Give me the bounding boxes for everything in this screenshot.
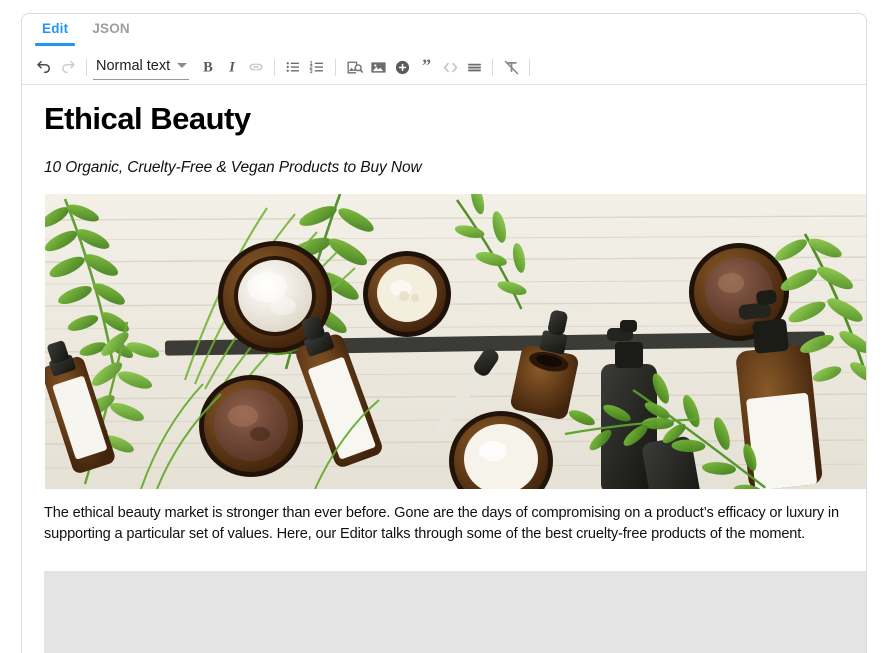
page-subtitle[interactable]: 10 Organic, Cruelty-Free & Vegan Product… [44, 159, 844, 177]
text-style-value: Normal text [96, 57, 171, 74]
clear-format-icon [502, 58, 521, 77]
svg-text:3: 3 [310, 69, 313, 75]
toolbar-divider-4 [492, 58, 494, 76]
bulleted-list-button[interactable] [281, 55, 305, 79]
document-editor-area[interactable]: Ethical Beauty 10 Organic, Cruelty-Free … [22, 85, 866, 653]
hero-image-artwork [45, 193, 866, 489]
code-icon [441, 58, 460, 77]
hero-image[interactable]: Flat lay of organic beauty products with… [45, 193, 866, 489]
image-search-icon [345, 58, 364, 77]
link-icon [247, 58, 265, 76]
editor-window: Edit JSON Normal text B I 1 2 3 ” Ethica… [21, 13, 867, 653]
italic-icon: I [223, 58, 241, 76]
redo-button[interactable] [56, 55, 80, 79]
toolbar-divider-5 [529, 58, 531, 76]
insert-element-button[interactable] [390, 55, 414, 79]
quote-button[interactable]: ” [414, 55, 438, 79]
embed-code-button[interactable] [438, 55, 462, 79]
svg-text:I: I [228, 60, 235, 76]
redo-icon [59, 58, 77, 76]
plus-circle-icon [393, 58, 412, 77]
tab-json[interactable]: JSON [80, 14, 142, 46]
editor-toolbar: Normal text B I 1 2 3 ” [22, 49, 866, 85]
svg-text:”: ” [422, 58, 431, 75]
insert-image-button[interactable] [366, 55, 390, 79]
numbered-list-button[interactable]: 1 2 3 [305, 55, 329, 79]
link-button[interactable] [244, 55, 268, 79]
toolbar-divider-2 [274, 58, 276, 76]
bulleted-list-icon [284, 58, 302, 76]
clear-format-button[interactable] [499, 55, 523, 79]
text-style-select[interactable]: Normal text [93, 55, 190, 80]
image-search-button[interactable] [342, 55, 366, 79]
embed-placeholder-block[interactable] [44, 570, 866, 653]
toolbar-divider-3 [335, 58, 337, 76]
toolbar-divider-1 [86, 58, 87, 76]
numbered-list-icon: 1 2 3 [308, 58, 326, 76]
svg-text:B: B [203, 60, 213, 76]
undo-button[interactable] [32, 55, 56, 79]
bold-icon: B [199, 58, 217, 76]
chevron-down-icon [177, 63, 188, 68]
quote-icon: ” [417, 58, 436, 77]
horizontal-rule-button[interactable] [462, 55, 486, 79]
page-title[interactable]: Ethical Beauty [44, 101, 844, 137]
horizontal-rule-icon [465, 58, 484, 77]
body-paragraph[interactable]: The ethical beauty market is stronger th… [44, 503, 844, 546]
italic-button[interactable]: I [220, 55, 244, 79]
editor-tabbar: Edit JSON [22, 14, 866, 49]
image-icon [369, 58, 388, 77]
undo-icon [35, 58, 53, 76]
tab-edit[interactable]: Edit [30, 14, 80, 46]
bold-button[interactable]: B [196, 55, 220, 79]
